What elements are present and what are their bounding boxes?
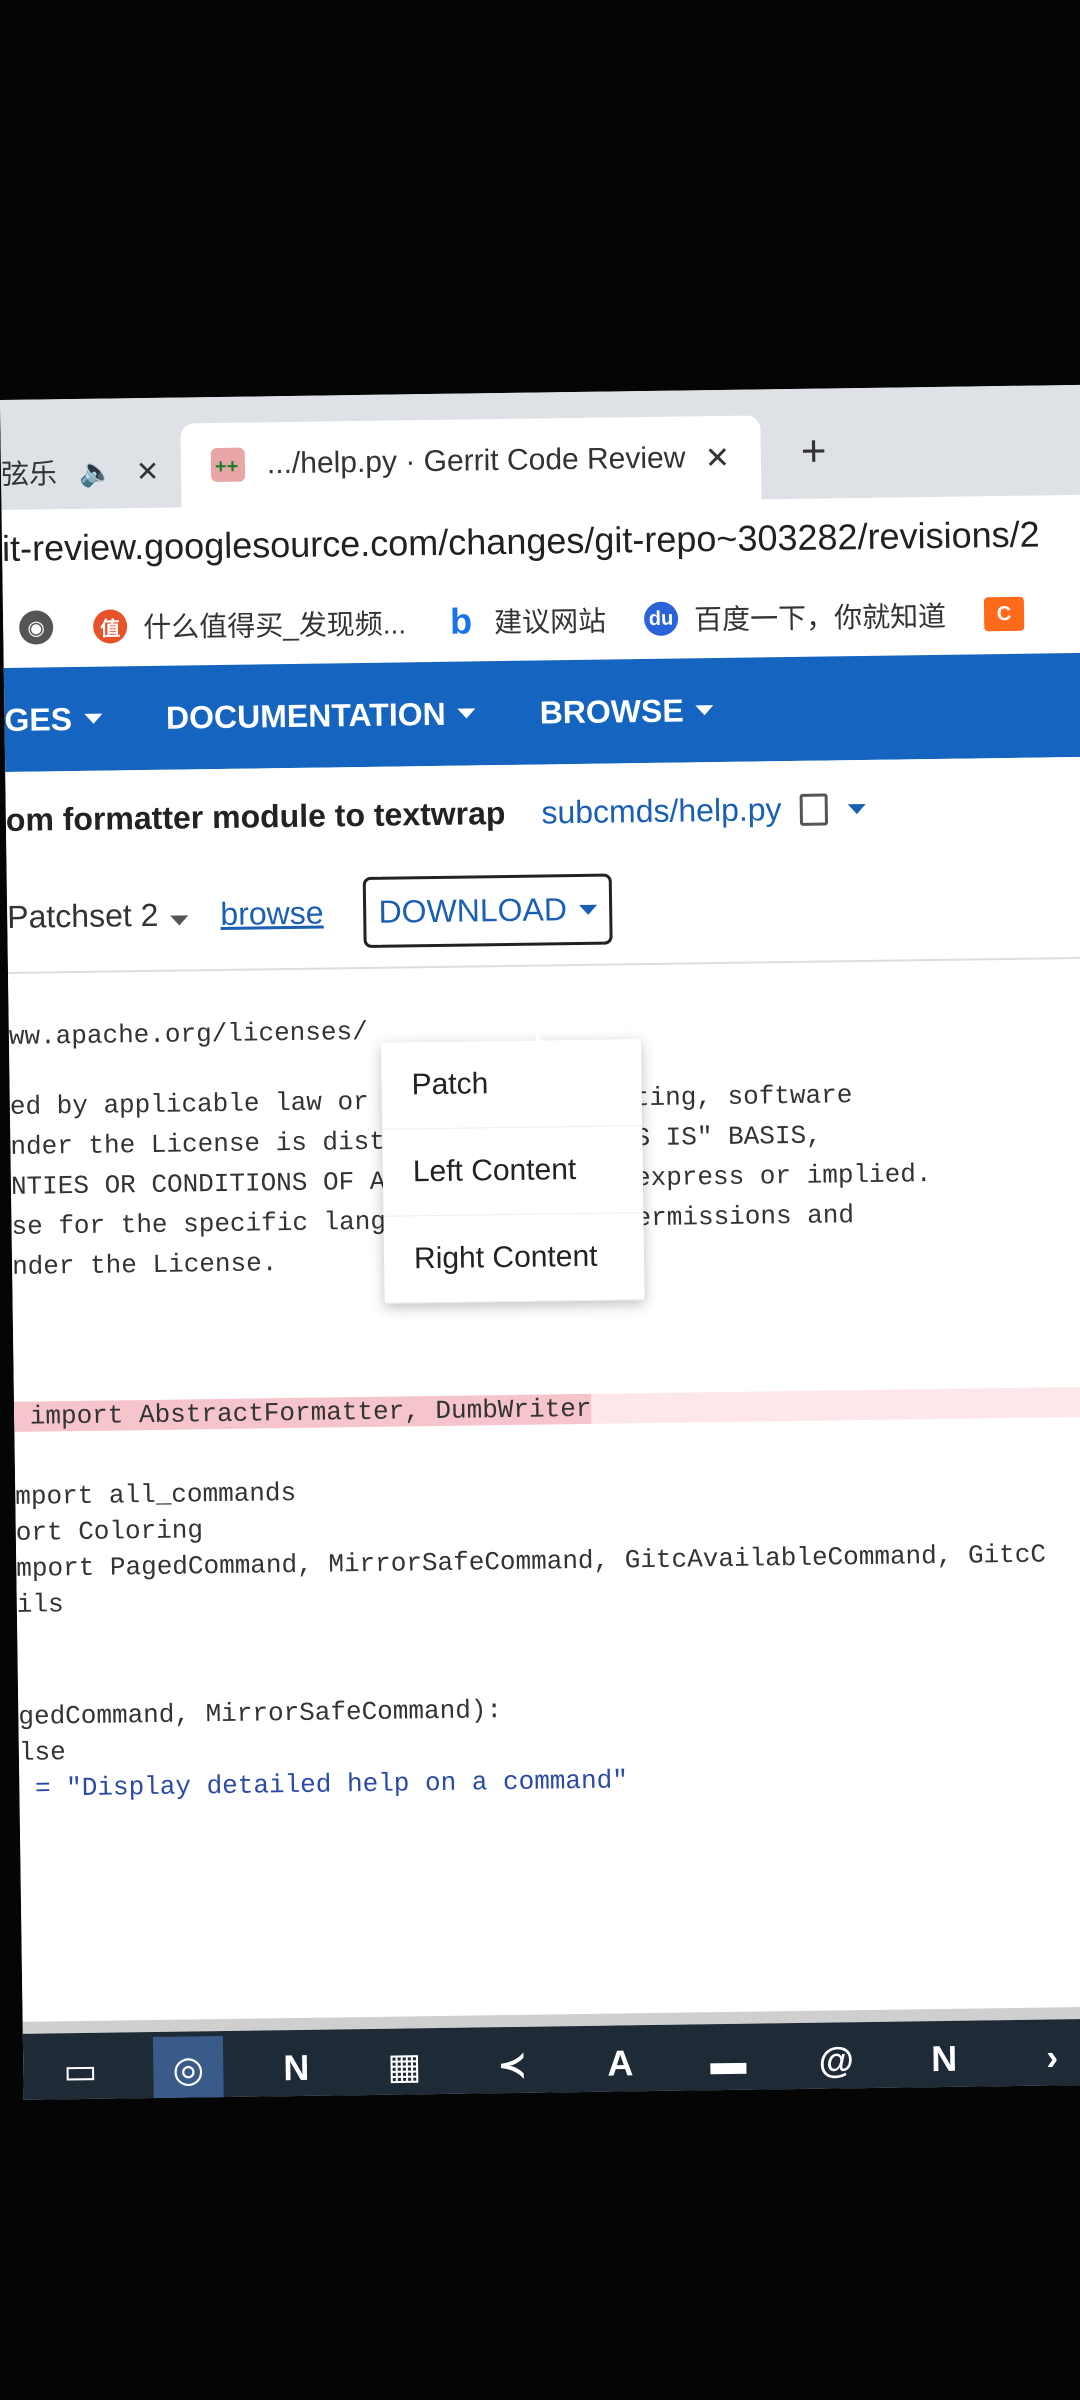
nav-label: BROWSE: [539, 691, 684, 730]
download-menu: Patch Left Content Right Content: [381, 1039, 645, 1304]
acrobat-icon[interactable]: A: [584, 2030, 656, 2100]
address-url: it-review.googlesource.com/changes/git-r…: [1, 513, 1040, 569]
caret-down-icon: [83, 713, 103, 724]
code-line: gedCommand, MirrorSafeCommand):: [18, 1695, 503, 1732]
bookmark-label: 什么值得买_发现频...: [142, 608, 407, 644]
change-subject: om formatter module to textwrap: [5, 794, 506, 838]
patchset-label: Patchset 2: [6, 896, 159, 935]
caret-down-icon: [457, 708, 476, 719]
globe-icon[interactable]: ◉: [18, 610, 54, 645]
code-view: ww.apache.org/licenses/ ed by applicable…: [9, 1007, 1080, 1804]
vscode-icon[interactable]: ≺: [476, 2031, 548, 2100]
baidu-paw-icon: du: [643, 601, 679, 637]
download-button[interactable]: DOWNLOAD: [363, 873, 613, 948]
code-line: lse: [18, 1737, 66, 1768]
code-line: nder the License.: [11, 1248, 278, 1282]
snail-app-icon[interactable]: @: [800, 2027, 872, 2098]
browser-screen: 弦乐 🔈 ✕ .../help.py · Gerrit Code Review …: [0, 384, 1080, 2100]
bookmark-label: 建议网站: [493, 605, 607, 639]
bookmarks-bar: ◉ 值 什么值得买_发现频... b 建议网站 du 百度一下，你就知道 C: [2, 572, 1080, 668]
patchset-select[interactable]: Patchset 2: [7, 896, 189, 936]
menu-item-right-content[interactable]: Right Content: [383, 1213, 645, 1304]
new-tab-button[interactable]: +: [800, 426, 826, 476]
tab-title-active: .../help.py · Gerrit Code Review: [266, 441, 686, 481]
code-line: ww.apache.org/licenses/: [8, 1016, 368, 1052]
code-line: mport all_commands: [15, 1477, 297, 1512]
tab-close-icon[interactable]: ✕: [136, 454, 160, 487]
menu-item-left-content[interactable]: Left Content: [382, 1126, 644, 1217]
code-line-removed: import AbstractFormatter, DumbWriter: [13, 1386, 1080, 1432]
nav-label: GES: [4, 700, 73, 738]
nav-label: DOCUMENTATION: [165, 695, 446, 736]
tab-strip: 弦乐 🔈 ✕ .../help.py · Gerrit Code Review …: [0, 384, 1080, 510]
zhi-icon: 值: [92, 609, 128, 644]
code-line: ils: [16, 1589, 64, 1620]
code-line: ort Coloring: [15, 1515, 204, 1548]
bookmark-item[interactable]: C: [983, 596, 1040, 632]
tab-inactive[interactable]: 弦乐 🔈 ✕: [1, 434, 172, 510]
notion-icon-2[interactable]: N: [908, 2025, 980, 2097]
calculator-icon[interactable]: ▦: [368, 2033, 440, 2100]
bing-icon: b: [449, 600, 473, 642]
file-dropdown-caret-icon[interactable]: [847, 803, 866, 814]
more-icon[interactable]: ›: [1016, 2023, 1080, 2095]
bookmark-label: 百度一下，你就知道: [693, 600, 947, 636]
gerrit-favicon-icon: [210, 447, 246, 483]
menu-item-patch[interactable]: Patch: [381, 1039, 643, 1130]
caret-down-icon: [578, 904, 598, 915]
address-bar[interactable]: it-review.googlesource.com/changes/git-r…: [1, 494, 1080, 588]
browse-link[interactable]: browse: [220, 895, 324, 933]
speaker-icon[interactable]: 🔈: [79, 455, 114, 488]
chrome-icon[interactable]: ◎: [152, 2036, 224, 2100]
removed-text: import AbstractFormatter, DumbWriter: [13, 1393, 592, 1432]
orange-c-icon: C: [983, 596, 1025, 632]
caret-down-icon: [170, 915, 189, 926]
bookmark-item[interactable]: b 建议网站: [444, 600, 607, 642]
windows-device-icon[interactable]: ▭: [44, 2037, 116, 2100]
code-line: mport PagedCommand, MirrorSafeCommand, G…: [16, 1539, 1047, 1584]
bookmark-item[interactable]: du 百度一下，你就知道: [643, 595, 947, 639]
file-path-link[interactable]: subcmds/help.py: [541, 791, 782, 831]
diff-content: om formatter module to textwrap subcmds/…: [5, 756, 1080, 2022]
notion-icon[interactable]: N: [260, 2034, 332, 2100]
divider: [7, 956, 1080, 974]
nav-documentation[interactable]: DOCUMENTATION: [166, 695, 476, 736]
tab-close-icon[interactable]: ✕: [705, 440, 731, 475]
caret-down-icon: [695, 705, 714, 716]
nav-browse[interactable]: BROWSE: [539, 691, 714, 731]
tab-active[interactable]: .../help.py · Gerrit Code Review ✕: [180, 415, 762, 508]
tab-title-inactive: 弦乐: [0, 458, 58, 490]
nav-changes[interactable]: GES: [4, 700, 103, 738]
subject-row: om formatter module to textwrap subcmds/…: [6, 790, 866, 839]
code-line-string: = "Display detailed help on a command": [19, 1765, 629, 1804]
bookmark-item[interactable]: 值 什么值得买_发现频...: [92, 602, 407, 646]
copy-icon[interactable]: [799, 792, 828, 826]
file-explorer-icon[interactable]: ▬: [692, 2028, 764, 2100]
gerrit-header: GES DOCUMENTATION BROWSE: [3, 652, 1080, 772]
download-label: DOWNLOAD: [378, 891, 568, 930]
taskbar: ▭ ◎ N ▦ ≺ A ▬ @ N ›: [22, 2018, 1080, 2100]
patchset-row: Patchset 2 browse DOWNLOAD: [7, 873, 613, 953]
